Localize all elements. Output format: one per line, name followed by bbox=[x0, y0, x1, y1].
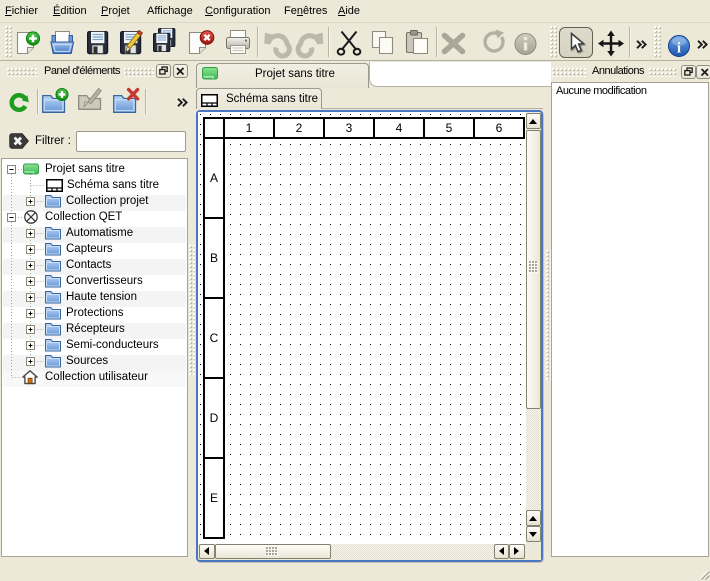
svg-text:3: 3 bbox=[346, 121, 353, 135]
svg-text:D: D bbox=[210, 411, 219, 425]
svg-text:5: 5 bbox=[446, 121, 453, 135]
svg-text:i: i bbox=[677, 41, 681, 57]
svg-text:2: 2 bbox=[296, 121, 303, 135]
svg-text:A: A bbox=[210, 171, 218, 185]
svg-text:B: B bbox=[210, 251, 218, 265]
svg-text:4: 4 bbox=[396, 121, 403, 135]
svg-text:C: C bbox=[210, 331, 219, 345]
svg-text:6: 6 bbox=[496, 121, 503, 135]
svg-text:E: E bbox=[210, 491, 218, 505]
svg-text:1: 1 bbox=[246, 121, 253, 135]
